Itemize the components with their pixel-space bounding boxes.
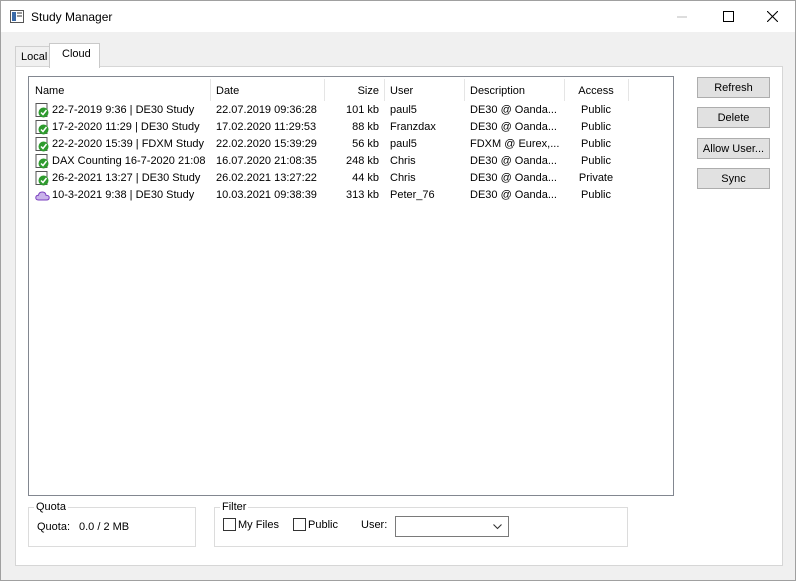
filter-group-title: Filter	[220, 501, 249, 513]
row-size: 248 kb	[345, 155, 379, 167]
row-date: 22.07.2019 09:36:28	[216, 104, 317, 116]
chevron-down-icon	[493, 524, 502, 530]
row-name: 10-3-2021 9:38 | DE30 Study	[52, 189, 195, 201]
row-date: 16.07.2020 21:08:35	[216, 155, 317, 167]
quota-label: Quota:	[37, 521, 71, 533]
minimize-icon	[677, 16, 687, 17]
row-description: DE30 @ Oanda...	[470, 104, 557, 116]
close-button[interactable]	[749, 1, 795, 32]
tab-local-label: Local	[21, 51, 48, 63]
row-access: Public	[581, 138, 611, 150]
column-divider[interactable]	[628, 79, 629, 101]
column-header-user[interactable]: User	[384, 78, 464, 102]
check-badge-icon	[35, 171, 49, 186]
row-date: 10.03.2021 09:38:39	[216, 189, 317, 201]
close-icon	[766, 11, 778, 22]
row-size: 56 kb	[352, 138, 379, 150]
allow-user-button[interactable]: Allow User...	[697, 138, 770, 159]
public-label[interactable]: Public	[308, 519, 338, 531]
my-files-label[interactable]: My Files	[238, 519, 279, 531]
row-size: 88 kb	[352, 121, 379, 133]
sync-button[interactable]: Sync	[697, 168, 770, 189]
row-access: Public	[581, 104, 611, 116]
maximize-button[interactable]	[705, 1, 751, 32]
row-date: 17.02.2020 11:29:53	[216, 121, 317, 133]
list-header: Name Date Size User Description Access	[29, 78, 673, 101]
row-name: 22-7-2019 9:36 | DE30 Study	[52, 104, 195, 116]
user-filter-dropdown[interactable]	[395, 516, 509, 537]
study-manager-window: Study Manager Local Cloud Name Date Size…	[0, 0, 796, 581]
title-bar[interactable]: Study Manager	[1, 1, 795, 32]
column-header-access[interactable]: Access	[564, 78, 628, 102]
row-date: 26.02.2021 13:27:22	[216, 172, 317, 184]
list-row[interactable]: 17-2-2020 11:29 | DE30 Study 17.02.2020 …	[31, 119, 671, 136]
user-filter-label: User:	[361, 519, 388, 531]
row-user: Peter_76	[390, 189, 435, 201]
public-checkbox[interactable]	[293, 518, 306, 531]
row-name: 22-2-2020 15:39 | FDXM Study	[52, 138, 205, 150]
row-size: 313 kb	[345, 189, 379, 201]
row-description: DE30 @ Oanda...	[470, 121, 557, 133]
refresh-button[interactable]: Refresh	[697, 77, 770, 98]
list-row[interactable]: 26-2-2021 13:27 | DE30 Study 26.02.2021 …	[31, 170, 671, 187]
column-header-size[interactable]: Size	[324, 78, 384, 102]
row-user: paul5	[390, 104, 417, 116]
row-user: paul5	[390, 138, 417, 150]
check-badge-icon	[35, 103, 49, 118]
column-header-name[interactable]: Name	[29, 78, 210, 102]
column-header-description[interactable]: Description	[464, 78, 564, 102]
row-description: DE30 @ Oanda...	[470, 189, 557, 201]
check-badge-icon	[35, 120, 49, 135]
row-size: 44 kb	[352, 172, 379, 184]
list-row[interactable]: 10-3-2021 9:38 | DE30 Study 10.03.2021 0…	[31, 187, 671, 204]
row-description: FDXM @ Eurex,...	[470, 138, 560, 150]
row-size: 101 kb	[345, 104, 379, 116]
window-title: Study Manager	[31, 10, 113, 24]
list-row[interactable]: 22-7-2019 9:36 | DE30 Study 22.07.2019 0…	[31, 102, 671, 119]
app-icon	[10, 10, 24, 23]
tab-local[interactable]: Local	[15, 46, 50, 67]
my-files-checkbox[interactable]	[223, 518, 236, 531]
quota-group-title: Quota	[34, 501, 68, 513]
row-name: DAX Counting 16-7-2020 21:08	[52, 155, 206, 167]
row-access: Private	[578, 172, 614, 184]
cloud-icon	[35, 191, 50, 201]
row-name: 17-2-2020 11:29 | DE30 Study	[52, 121, 200, 133]
check-badge-icon	[35, 137, 49, 152]
tab-cloud-label: Cloud	[62, 48, 91, 60]
row-user: Franzdax	[390, 121, 436, 133]
column-header-date[interactable]: Date	[210, 78, 324, 102]
row-access: Public	[581, 189, 611, 201]
maximize-icon	[722, 11, 734, 22]
list-row[interactable]: 22-2-2020 15:39 | FDXM Study 22.02.2020 …	[31, 136, 671, 153]
quota-value: 0.0 / 2 MB	[79, 521, 130, 533]
row-name: 26-2-2021 13:27 | DE30 Study	[52, 172, 201, 184]
study-list[interactable]: Name Date Size User Description Access 2…	[28, 76, 674, 496]
minimize-button[interactable]	[659, 1, 705, 32]
list-row[interactable]: DAX Counting 16-7-2020 21:08 16.07.2020 …	[31, 153, 671, 170]
row-description: DE30 @ Oanda...	[470, 172, 557, 184]
row-user: Chris	[390, 172, 416, 184]
tab-cloud[interactable]: Cloud	[49, 43, 100, 68]
row-access: Public	[581, 155, 611, 167]
delete-button[interactable]: Delete	[697, 107, 770, 128]
row-user: Chris	[390, 155, 416, 167]
row-description: DE30 @ Oanda...	[470, 155, 557, 167]
row-access: Public	[581, 121, 611, 133]
row-date: 22.02.2020 15:39:29	[216, 138, 317, 150]
check-badge-icon	[35, 154, 49, 169]
